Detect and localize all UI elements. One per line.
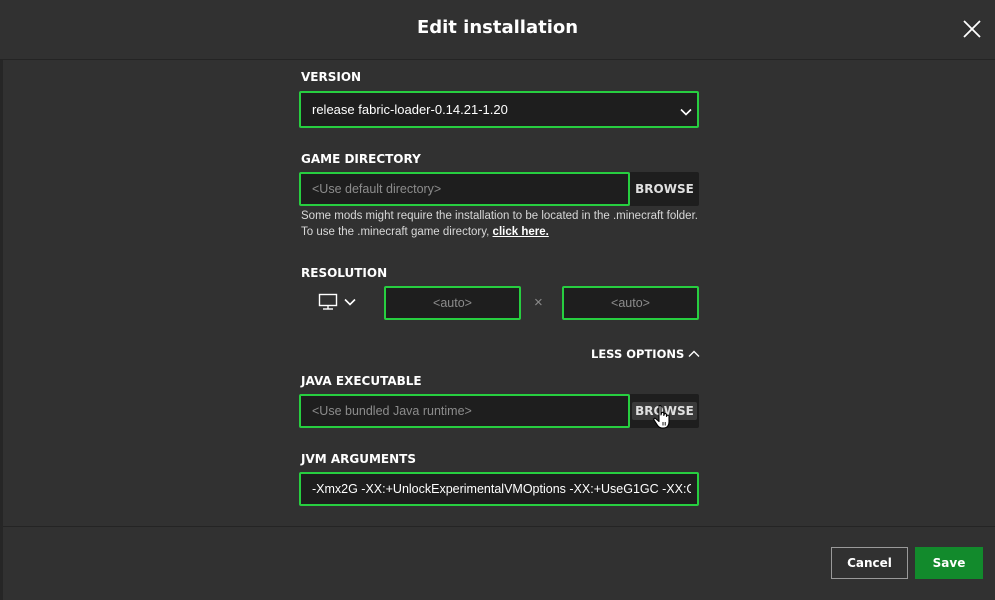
less-options-label: LESS OPTIONS [591,347,685,361]
jvm-arguments-value: -Xmx2G -XX:+UnlockExperimentalVMOptions … [312,482,691,496]
game-directory-label: GAME DIRECTORY [301,152,421,166]
version-value: release fabric-loader-0.14.21-1.20 [312,102,508,117]
game-directory-input[interactable]: <Use default directory> [299,172,630,206]
jvm-arguments-input[interactable]: -Xmx2G -XX:+UnlockExperimentalVMOptions … [299,472,699,506]
resolution-width-placeholder: <auto> [433,296,472,310]
chevron-down-icon [680,108,692,116]
less-options-toggle[interactable]: LESS OPTIONS [591,347,700,361]
edit-installation-dialog: Edit installation VERSION release fabric… [0,0,995,600]
cancel-button[interactable]: Cancel [831,547,908,579]
dialog-title: Edit installation [416,17,579,38]
version-select[interactable]: release fabric-loader-0.14.21-1.20 [299,91,699,128]
java-executable-label: JAVA EXECUTABLE [301,374,422,388]
resolution-height-placeholder: <auto> [611,296,650,310]
resolution-width-input[interactable]: <auto> [384,286,521,320]
hand-cursor-icon [653,405,670,429]
monitor-icon [318,293,338,310]
chevron-down-icon [344,298,356,306]
version-label: VERSION [301,70,362,84]
resolution-height-input[interactable]: <auto> [562,286,699,320]
footer-divider [3,526,995,527]
game-directory-help: Some mods might require the installation… [301,208,701,240]
resolution-label: RESOLUTION [301,266,388,280]
close-button[interactable] [961,18,983,40]
close-icon [963,20,981,38]
click-here-link[interactable]: click here. [493,226,549,238]
game-directory-browse-button[interactable]: BROWSE [630,172,699,206]
game-directory-placeholder: <Use default directory> [312,182,442,196]
resolution-separator: × [534,294,543,311]
chevron-up-icon [688,350,700,357]
dialog-header: Edit installation [0,0,995,60]
resolution-preset-dropdown[interactable] [318,293,360,311]
java-executable-input[interactable]: <Use bundled Java runtime> [299,394,630,428]
browse-label: BROWSE [635,182,694,196]
jvm-arguments-label: JVM ARGUMENTS [301,452,417,466]
save-button[interactable]: Save [915,547,983,579]
java-executable-placeholder: <Use bundled Java runtime> [312,404,472,418]
